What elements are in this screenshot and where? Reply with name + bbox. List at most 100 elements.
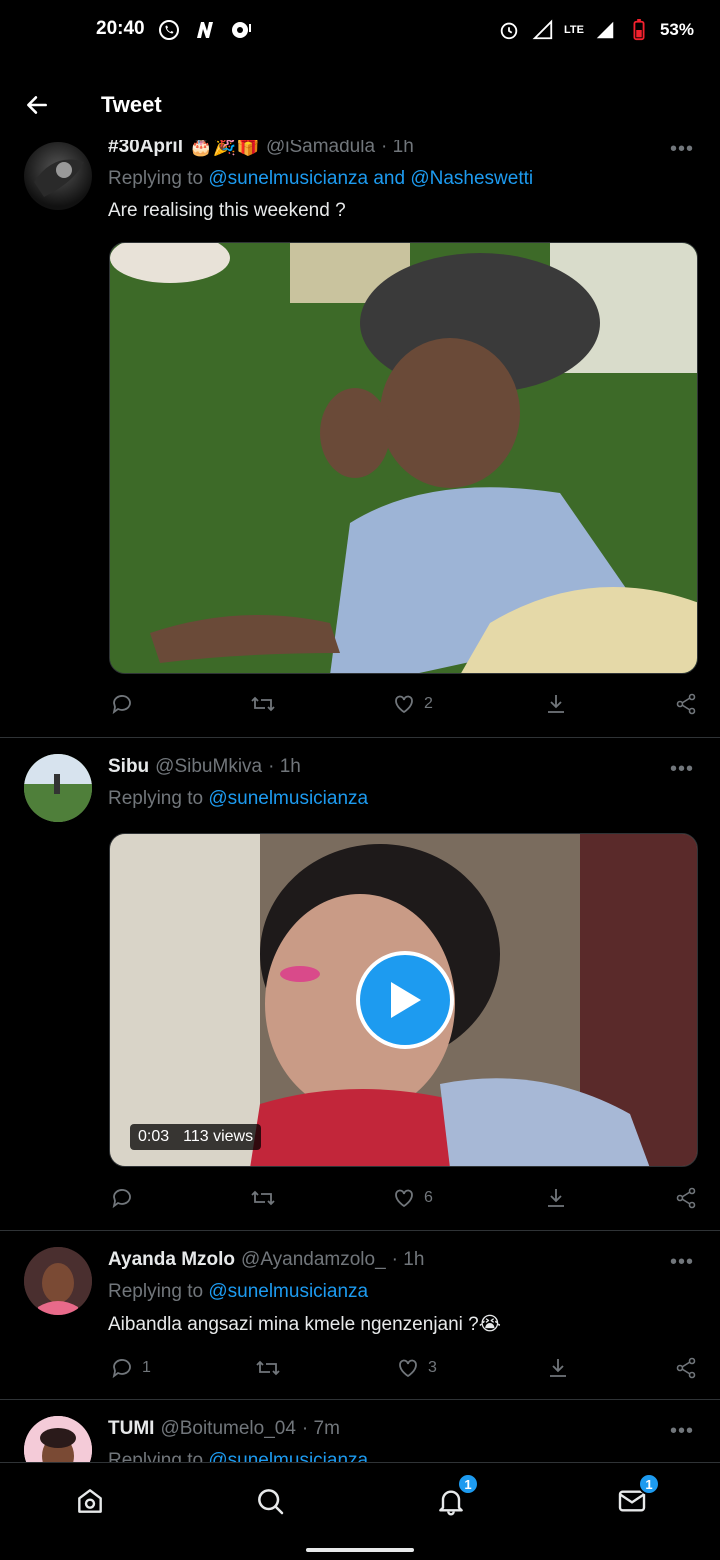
share-button[interactable]	[674, 692, 698, 716]
heart-icon	[399, 1359, 417, 1378]
display-name[interactable]: Ayanda Mzolo	[108, 1249, 235, 1271]
tweet-time: · 7m	[301, 1418, 340, 1439]
replying-to-prefix: Replying to	[108, 1281, 204, 1302]
heart-icon	[395, 1189, 413, 1208]
tweet-header: TUMI @Boitumelo_04 · 7m	[108, 1418, 340, 1440]
like-button[interactable]: 3	[396, 1356, 437, 1380]
avatar-image	[24, 1416, 92, 1462]
nav-search[interactable]	[250, 1481, 290, 1521]
download-icon	[548, 1189, 564, 1207]
retweet-button[interactable]	[250, 1186, 284, 1210]
reply-icon	[112, 1189, 131, 1209]
like-count: 3	[428, 1359, 437, 1376]
user-handle[interactable]: @Boitumelo_04	[160, 1418, 295, 1440]
signal-icon	[530, 17, 556, 43]
reply-icon	[112, 695, 131, 715]
mention-link[interactable]: @sunelmusicianza and @Nasheswetti	[208, 168, 533, 189]
reply-button[interactable]: 1	[110, 1356, 151, 1380]
avatar-image	[34, 159, 84, 197]
back-button[interactable]	[22, 90, 52, 120]
retweet-icon	[251, 1190, 275, 1206]
video-info-badge: 0:03 113 views	[130, 1124, 262, 1150]
replying-to: Replying to @sunelmusicianza and @Nashes…	[108, 168, 533, 190]
tweet-image[interactable]	[109, 242, 698, 674]
retweet-button[interactable]	[255, 1356, 289, 1380]
retweet-icon	[256, 1360, 280, 1376]
more-options-button[interactable]: •••	[670, 1251, 694, 1274]
reply-feed[interactable]: #30April 🎂🎉🎁 @iSamadula · 1h ••• Replyin…	[0, 140, 720, 1462]
tweet-header: Sibu @SibuMkiva · 1h	[108, 756, 301, 778]
like-button[interactable]: 2	[392, 692, 433, 716]
tweet-time: · 1h	[381, 140, 414, 157]
user-handle[interactable]: @iSamadula	[266, 140, 375, 158]
mention-link[interactable]: @sunelmusicianza	[208, 788, 368, 809]
arrow-left-icon	[27, 96, 47, 114]
search-icon	[258, 1489, 284, 1515]
status-bar: 20:40 LTE 53%	[0, 0, 720, 62]
tweet-actions: 1 3	[0, 1356, 720, 1386]
like-count: 6	[424, 1189, 433, 1206]
download-button[interactable]	[544, 692, 568, 716]
more-options-button[interactable]: •••	[670, 758, 694, 781]
user-handle[interactable]: @SibuMkiva	[155, 756, 262, 778]
more-options-button[interactable]: •••	[670, 140, 694, 161]
share-button[interactable]	[674, 1356, 698, 1380]
avatar[interactable]	[24, 142, 92, 210]
replying-to: Replying to @sunelmusicianza	[108, 788, 368, 810]
download-icon	[550, 1359, 566, 1377]
more-options-button[interactable]: •••	[670, 1420, 694, 1443]
home-indicator[interactable]	[306, 1548, 414, 1552]
download-button[interactable]	[544, 1186, 568, 1210]
tweet-actions: 2	[0, 692, 720, 722]
avatar[interactable]	[24, 1247, 92, 1315]
bottom-navigation: 1 1	[0, 1462, 720, 1560]
like-button[interactable]: 6	[392, 1186, 433, 1210]
chat-alert-icon	[228, 17, 254, 43]
status-time: 20:40	[96, 18, 145, 39]
tweet-actions: 6	[0, 1186, 720, 1216]
replying-to-prefix: Replying to	[108, 168, 204, 189]
display-name[interactable]: TUMI	[108, 1418, 154, 1440]
tweet-header: Ayanda Mzolo @Ayandamzolo_ · 1h	[108, 1249, 424, 1271]
play-button[interactable]	[356, 951, 454, 1049]
retweet-icon	[251, 696, 275, 712]
reply-button[interactable]	[110, 692, 142, 716]
nav-home[interactable]	[70, 1481, 110, 1521]
tweet-item[interactable]: Ayanda Mzolo @Ayandamzolo_ · 1h ••• Repl…	[0, 1231, 720, 1399]
tweet-item[interactable]: TUMI @Boitumelo_04 · 7m ••• Replying to …	[0, 1400, 720, 1462]
share-icon	[676, 1357, 696, 1379]
tweet-video[interactable]: 0:03 113 views	[109, 833, 698, 1167]
user-handle[interactable]: @Ayandamzolo_	[241, 1249, 386, 1271]
tweet-item[interactable]: #30April 🎂🎉🎁 @iSamadula · 1h ••• Replyin…	[0, 140, 720, 737]
download-icon	[548, 695, 564, 713]
avatar[interactable]	[24, 754, 92, 822]
home-icon	[78, 1489, 102, 1513]
replying-to-prefix: Replying to	[108, 788, 204, 809]
signal-icon-2	[592, 17, 618, 43]
notifications-badge: 1	[457, 1473, 479, 1495]
mention-link[interactable]: @sunelmusicianza	[208, 1450, 368, 1462]
page-title: Tweet	[101, 92, 162, 117]
tweet-item[interactable]: Sibu @SibuMkiva · 1h ••• Replying to @su…	[0, 738, 720, 1230]
battery-icon	[626, 17, 652, 43]
retweet-button[interactable]	[250, 692, 284, 716]
news-icon	[192, 17, 218, 43]
display-name[interactable]: Sibu	[108, 756, 149, 778]
avatar[interactable]	[24, 1416, 92, 1462]
alarm-icon	[496, 17, 522, 43]
download-button[interactable]	[546, 1356, 570, 1380]
nav-notifications[interactable]: 1	[431, 1473, 479, 1521]
avatar-image	[24, 1247, 92, 1315]
heart-icon	[395, 695, 413, 714]
status-notification-icons	[156, 17, 254, 43]
mention-link[interactable]: @sunelmusicianza	[208, 1281, 368, 1302]
nav-messages[interactable]: 1	[612, 1473, 660, 1521]
avatar-image	[24, 754, 92, 822]
reply-button[interactable]	[110, 1186, 142, 1210]
tweet-header: #30April 🎂🎉🎁 @iSamadula · 1h	[108, 140, 414, 158]
display-name[interactable]: #30April	[108, 140, 183, 158]
messages-badge: 1	[638, 1473, 660, 1495]
like-count: 2	[424, 695, 433, 712]
share-button[interactable]	[674, 1186, 698, 1210]
battery-level: 53%	[659, 20, 694, 39]
